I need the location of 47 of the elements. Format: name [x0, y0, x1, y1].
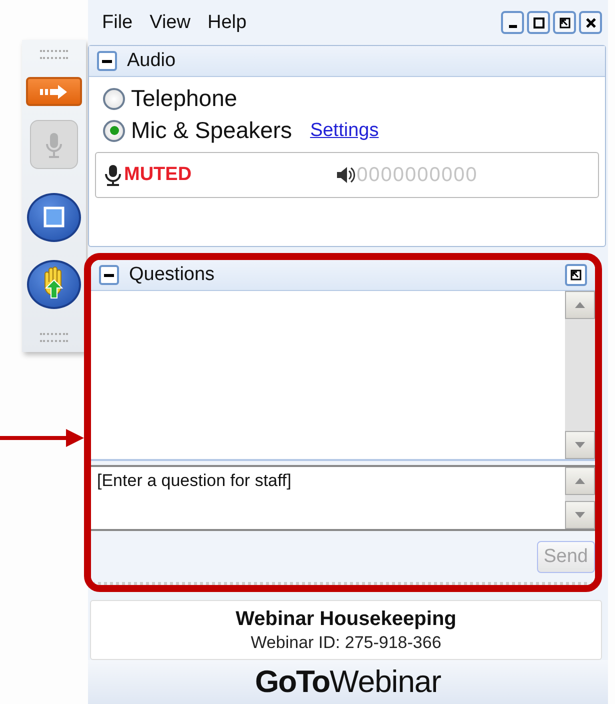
- radio-label: Telephone: [131, 85, 238, 112]
- popout-icon: [570, 269, 582, 281]
- minus-icon: [104, 274, 114, 276]
- maximize-icon: [532, 16, 544, 28]
- radio-button[interactable]: [103, 120, 125, 142]
- maximize-button[interactable]: [527, 11, 550, 34]
- square-icon: [43, 206, 65, 228]
- panel-title: Questions: [129, 264, 215, 286]
- speaker-icon: [336, 166, 356, 184]
- menu-item[interactable]: File: [102, 12, 133, 34]
- show-panel-button[interactable]: [26, 77, 82, 106]
- screen-button[interactable]: [27, 193, 81, 242]
- scroll-up-button[interactable]: [565, 291, 595, 319]
- radio-button[interactable]: [103, 88, 125, 110]
- radio-label: Mic & Speakers: [131, 117, 292, 144]
- volume-meter: 0000000000: [356, 164, 478, 186]
- menu-item[interactable]: Help: [207, 12, 247, 34]
- scroll-down-button[interactable]: [565, 431, 595, 459]
- minimize-button[interactable]: [501, 11, 524, 34]
- popout-icon: [558, 16, 570, 28]
- microphone-icon: [45, 130, 63, 159]
- popout-button[interactable]: [565, 264, 587, 286]
- up-arrow-icon: [574, 477, 586, 485]
- popout-button[interactable]: [553, 11, 576, 34]
- scrollbar[interactable]: [565, 467, 595, 529]
- grip-handle[interactable]: [40, 50, 68, 60]
- close-button[interactable]: [579, 11, 602, 34]
- scroll-up-button[interactable]: [565, 467, 595, 495]
- logo: GoToWebinar: [255, 664, 441, 700]
- collapse-button[interactable]: [97, 51, 117, 71]
- panel-title: Audio: [127, 50, 176, 72]
- up-arrow-icon: [574, 301, 586, 309]
- close-icon: [584, 16, 596, 28]
- settings-link[interactable]: Settings: [310, 120, 379, 142]
- grip-handle[interactable]: [40, 332, 68, 342]
- minus-icon: [102, 60, 112, 62]
- menu-item[interactable]: View: [150, 12, 190, 34]
- webinar-id: Webinar ID: 275-918-366: [250, 632, 442, 652]
- webinar-title: Webinar Housekeeping: [236, 608, 456, 630]
- scroll-down-button[interactable]: [565, 501, 595, 529]
- mic-status: MUTED: [124, 164, 192, 186]
- scrollbar[interactable]: [565, 291, 595, 459]
- minimize-icon: [508, 24, 516, 28]
- down-arrow-icon: [574, 441, 586, 449]
- down-arrow-icon: [574, 511, 586, 519]
- collapse-button[interactable]: [99, 265, 119, 285]
- microphone-icon: [104, 164, 122, 186]
